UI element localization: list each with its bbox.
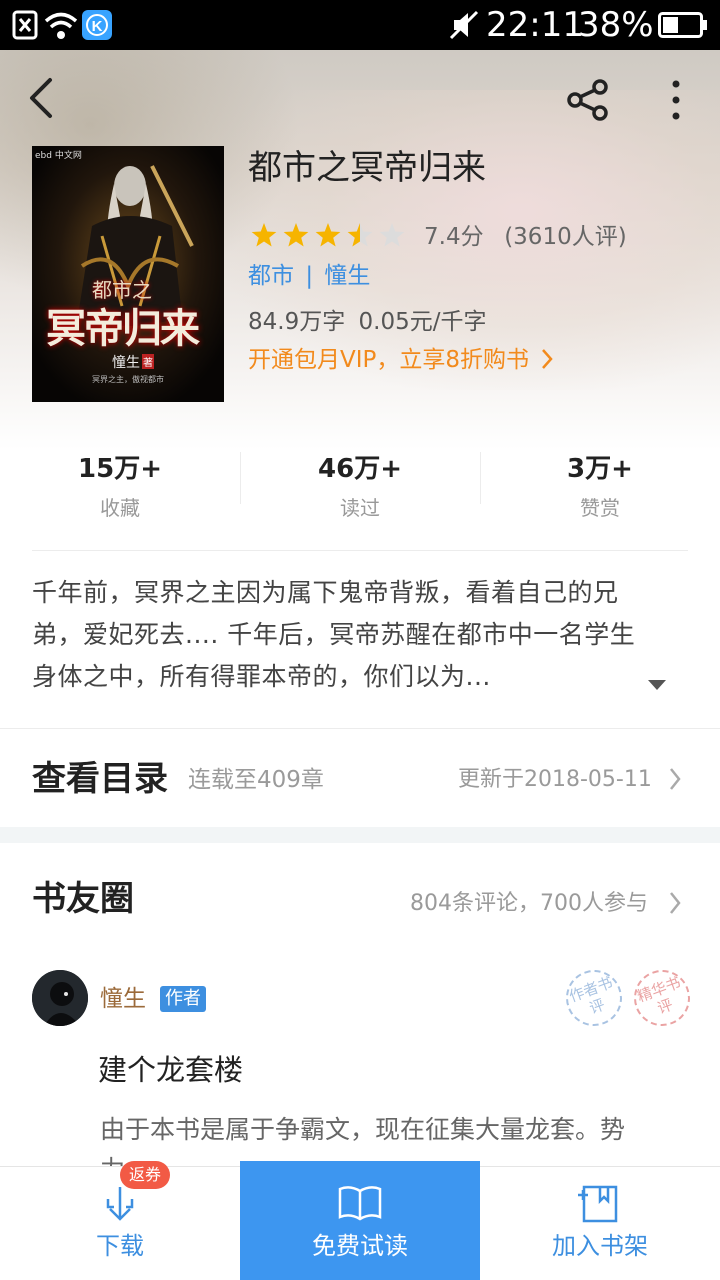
k-app-icon: K	[82, 10, 112, 40]
stat-label: 收藏	[100, 496, 140, 520]
meta-separator: |	[305, 263, 314, 289]
stamp-text: 作者书评	[566, 973, 616, 1018]
open-book-icon	[338, 1186, 382, 1221]
stat-value: 15万+	[78, 454, 162, 484]
avatar[interactable]	[32, 970, 88, 1026]
back-arrow-icon[interactable]	[22, 76, 62, 120]
battery-percent: 38%	[578, 5, 654, 45]
cover-author: 憧生	[112, 355, 140, 371]
description-line: 弟，爱妃死去.... 千年后，冥帝苏醒在都市中一名学生	[32, 620, 636, 649]
vip-promo-link[interactable]: 开通包月VIP，立享8折购书	[248, 344, 554, 376]
return-coupon-badge: 返券	[120, 1161, 171, 1189]
book-circle-title: 书友圈	[32, 879, 134, 919]
avatar-image	[32, 970, 88, 1026]
catalog-status: 连载至409章	[188, 767, 324, 793]
stat-rewards[interactable]: 3万+ 赞赏	[480, 452, 720, 522]
sim-x-icon	[12, 10, 38, 40]
status-time: 22:11	[486, 5, 584, 45]
stat-read[interactable]: 46万+ 读过	[240, 452, 480, 522]
book-circle-summary: 804条评论，700人参与	[410, 891, 648, 916]
post-title[interactable]: 建个龙套楼	[98, 1050, 243, 1090]
category-link[interactable]: 都市	[248, 263, 294, 289]
word-price-line: 84.9万字 0.05元/千字	[248, 306, 487, 338]
badge-text: 返券	[129, 1165, 162, 1184]
catalog-updated: 更新于2018-05-11	[458, 767, 652, 792]
book-description[interactable]: 千年前，冥界之主因为属下鬼帝背叛，看着自己的兄 弟，爱妃死去.... 千年后，冥…	[32, 572, 692, 698]
battery-icon	[658, 12, 707, 38]
download-button[interactable]: 返券 下载	[0, 1161, 240, 1280]
mute-icon	[449, 10, 479, 40]
add-to-shelf-button[interactable]: 加入书架	[480, 1167, 720, 1280]
rating-stars	[250, 222, 408, 250]
stat-label: 赞赏	[580, 496, 620, 520]
cover-author-suffix: 著	[142, 354, 154, 369]
wifi-icon	[44, 12, 78, 39]
stat-favorites[interactable]: 15万+ 收藏	[0, 452, 240, 522]
share-icon[interactable]	[566, 78, 610, 122]
author-badge: 作者	[160, 986, 206, 1012]
cover-tagline: 冥界之主，傲视都市	[92, 375, 164, 384]
rating-count: (3610人评)	[504, 224, 627, 250]
author-link[interactable]: 憧生	[324, 263, 370, 289]
star-icon	[347, 223, 373, 247]
category-author-line: 都市 | 憧生	[248, 260, 370, 292]
stamp-text: 精华书评	[634, 973, 684, 1018]
bottom-action-bar: 返券 下载 免费试读 加入书架	[0, 1161, 720, 1280]
star-icon	[283, 223, 309, 247]
cover-publisher-mark: ebd 中文网	[35, 151, 82, 161]
star-icon	[379, 223, 405, 247]
description-line: 身体之中，所有得罪本帝的，你们以为...	[32, 662, 491, 691]
status-bar: K 22:11 38%	[0, 0, 720, 50]
vip-promo-text: 开通包月VIP，立享8折购书	[248, 347, 530, 373]
book-title: 都市之冥帝归来	[248, 148, 486, 188]
rating-score: 7.4分	[424, 224, 484, 250]
free-read-label: 免费试读	[312, 1232, 408, 1260]
word-count: 84.9万字	[248, 309, 346, 335]
price: 0.05元/千字	[358, 309, 487, 335]
catalog-title: 查看目录	[32, 759, 168, 799]
section-spacer	[0, 827, 720, 843]
cover-title-line2: 冥帝归来	[46, 305, 200, 352]
rating-text: 7.4分 (3610人评)	[424, 222, 627, 252]
chevron-right-icon	[542, 349, 554, 369]
featured-review-stamp: 精华书评	[626, 962, 698, 1034]
star-icon	[251, 223, 277, 247]
download-label: 下载	[96, 1232, 144, 1260]
chevron-right-icon	[670, 768, 681, 790]
download-icon	[106, 1187, 134, 1221]
triangle-down-icon[interactable]	[646, 678, 668, 692]
stat-value: 46万+	[318, 454, 402, 484]
star-icon	[315, 223, 341, 247]
description-line: 千年前，冥界之主因为属下鬼帝背叛，看着自己的兄	[32, 578, 619, 607]
post-username[interactable]: 憧生	[100, 984, 146, 1014]
stat-label: 读过	[340, 496, 380, 520]
post-body-line: 由于本书是属于争霸文，现在征集大量龙套。势	[100, 1115, 626, 1144]
free-read-button[interactable]: 免费试读	[240, 1161, 480, 1280]
author-review-stamp: 作者书评	[558, 962, 630, 1034]
divider	[32, 550, 688, 551]
book-cover[interactable]: ebd 中文网 都市之 冥帝归来 憧生 著 冥界之主，傲视都市	[32, 146, 224, 402]
stat-value: 3万+	[567, 454, 633, 484]
more-vertical-icon[interactable]	[664, 78, 688, 122]
book-circle-header[interactable]: 书友圈 804条评论，700人参与	[0, 843, 720, 953]
add-to-shelf-label: 加入书架	[552, 1232, 648, 1260]
chevron-right-icon	[670, 892, 681, 914]
catalog-row[interactable]: 查看目录 连载至409章 更新于2018-05-11	[0, 729, 720, 827]
svg-text:K: K	[92, 18, 103, 35]
add-to-shelf-icon	[578, 1185, 618, 1223]
